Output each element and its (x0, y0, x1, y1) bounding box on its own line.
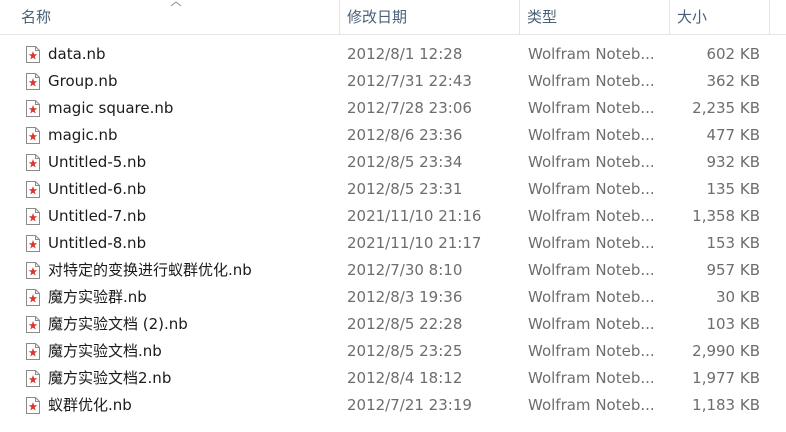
mathematica-notebook-icon (26, 46, 40, 63)
mathematica-notebook-icon (26, 316, 40, 333)
file-size: 477 KB (706, 126, 760, 144)
file-modified-date: 2012/8/5 22:28 (347, 315, 463, 333)
file-type: Wolfram Noteb... (528, 369, 655, 387)
file-row[interactable]: magic.nb 2012/8/6 23:36 Wolfram Noteb... 47… (0, 122, 786, 149)
mathematica-notebook-icon (26, 343, 40, 360)
file-row[interactable]: 蚁群优化.nb 2012/7/21 23:19 Wolfram Noteb... 1,… (0, 392, 786, 419)
file-name[interactable]: Group.nb (48, 68, 333, 95)
file-modified-date: 2012/8/1 12:28 (347, 45, 463, 63)
sort-ascending-icon[interactable] (169, 0, 183, 8)
file-name[interactable]: Untitled-5.nb (48, 149, 333, 176)
file-row[interactable]: 魔方实验文档2.nb 2012/8/4 18:12 Wolfram Noteb...… (0, 365, 786, 392)
mathematica-notebook-icon (26, 397, 40, 414)
column-header-date[interactable]: 修改日期 (347, 0, 407, 34)
file-type: Wolfram Noteb... (528, 207, 655, 225)
file-name[interactable]: Untitled-6.nb (48, 176, 333, 203)
file-modified-date: 2012/7/21 23:19 (347, 396, 472, 414)
file-size: 1,977 KB (692, 369, 760, 387)
file-modified-date: 2012/8/3 19:36 (347, 288, 463, 306)
file-type: Wolfram Noteb... (528, 180, 655, 198)
mathematica-notebook-icon (26, 235, 40, 252)
mathematica-notebook-icon (26, 289, 40, 306)
file-row[interactable]: data.nb 2012/8/1 12:28 Wolfram Noteb... 602… (0, 41, 786, 68)
file-size: 957 KB (706, 261, 760, 279)
file-name[interactable]: data.nb (48, 41, 333, 68)
file-type: Wolfram Noteb... (528, 45, 655, 63)
file-modified-date: 2012/7/30 8:10 (347, 261, 463, 279)
file-row[interactable]: 魔方实验文档.nb 2012/8/5 23:25 Wolfram Noteb... 2… (0, 338, 786, 365)
file-modified-date: 2021/11/10 21:16 (347, 207, 482, 225)
mathematica-notebook-icon (26, 262, 40, 279)
column-divider[interactable] (669, 0, 670, 34)
file-row[interactable]: Group.nb 2012/7/31 22:43 Wolfram Noteb... 3… (0, 68, 786, 95)
column-divider[interactable] (339, 0, 340, 34)
file-row[interactable]: magic square.nb 2012/7/28 23:06 Wolfram No… (0, 95, 786, 122)
file-name[interactable]: Untitled-7.nb (48, 203, 333, 230)
file-type: Wolfram Noteb... (528, 315, 655, 333)
file-type: Wolfram Noteb... (528, 72, 655, 90)
file-modified-date: 2012/8/6 23:36 (347, 126, 463, 144)
file-type: Wolfram Noteb... (528, 153, 655, 171)
file-size: 2,990 KB (692, 342, 760, 360)
file-name[interactable]: 蚁群优化.nb (48, 392, 333, 419)
file-row[interactable]: 魔方实验文档 (2).nb 2012/8/5 22:28 Wolfram Noteb… (0, 311, 786, 338)
column-divider[interactable] (519, 0, 520, 34)
file-row[interactable]: 对特定的变换进行蚁群优化.nb 2012/7/30 8:10 Wolfram Not… (0, 257, 786, 284)
column-header-type[interactable]: 类型 (527, 0, 557, 34)
file-name[interactable]: magic square.nb (48, 95, 333, 122)
file-modified-date: 2012/8/5 23:25 (347, 342, 463, 360)
file-size: 2,235 KB (692, 99, 760, 117)
file-name[interactable]: 魔方实验文档 (2).nb (48, 311, 333, 338)
file-type: Wolfram Noteb... (528, 288, 655, 306)
file-size: 30 KB (716, 288, 760, 306)
file-type: Wolfram Noteb... (528, 126, 655, 144)
file-size: 932 KB (706, 153, 760, 171)
file-name[interactable]: 魔方实验文档.nb (48, 338, 333, 365)
column-header-bar: 名称 修改日期 类型 大小 (0, 0, 786, 35)
file-row[interactable]: Untitled-6.nb 2012/8/5 23:31 Wolfram Noteb… (0, 176, 786, 203)
file-name[interactable]: 魔方实验文档2.nb (48, 365, 333, 392)
file-type: Wolfram Noteb... (528, 261, 655, 279)
file-rows: data.nb 2012/8/1 12:28 Wolfram Noteb... 602… (0, 41, 786, 419)
file-type: Wolfram Noteb... (528, 99, 655, 117)
file-size: 362 KB (706, 72, 760, 90)
mathematica-notebook-icon (26, 73, 40, 90)
file-modified-date: 2012/8/5 23:31 (347, 180, 463, 198)
mathematica-notebook-icon (26, 154, 40, 171)
file-type: Wolfram Noteb... (528, 234, 655, 252)
file-modified-date: 2012/8/5 23:34 (347, 153, 463, 171)
file-name[interactable]: 对特定的变换进行蚁群优化.nb (48, 257, 333, 284)
file-row[interactable]: Untitled-7.nb 2021/11/10 21:16 Wolfram Not… (0, 203, 786, 230)
file-list-view: 名称 修改日期 类型 大小 data.nb 2012/8/1 12:28 Wolfr… (0, 0, 786, 432)
file-row[interactable]: Untitled-8.nb 2021/11/10 21:17 Wolfram Not… (0, 230, 786, 257)
file-name[interactable]: 魔方实验群.nb (48, 284, 333, 311)
file-type: Wolfram Noteb... (528, 396, 655, 414)
file-modified-date: 2021/11/10 21:17 (347, 234, 482, 252)
file-size: 153 KB (706, 234, 760, 252)
column-header-name[interactable]: 名称 (21, 0, 51, 34)
file-modified-date: 2012/8/4 18:12 (347, 369, 463, 387)
file-name[interactable]: Untitled-8.nb (48, 230, 333, 257)
mathematica-notebook-icon (26, 181, 40, 198)
file-row[interactable]: Untitled-5.nb 2012/8/5 23:34 Wolfram Noteb… (0, 149, 786, 176)
file-size: 103 KB (706, 315, 760, 333)
file-modified-date: 2012/7/28 23:06 (347, 99, 472, 117)
mathematica-notebook-icon (26, 208, 40, 225)
column-header-size[interactable]: 大小 (677, 0, 707, 34)
file-row[interactable]: 魔方实验群.nb 2012/8/3 19:36 Wolfram Noteb... 30… (0, 284, 786, 311)
column-divider[interactable] (769, 0, 770, 34)
mathematica-notebook-icon (26, 100, 40, 117)
file-size: 602 KB (706, 45, 760, 63)
file-modified-date: 2012/7/31 22:43 (347, 72, 472, 90)
file-size: 135 KB (706, 180, 760, 198)
mathematica-notebook-icon (26, 370, 40, 387)
file-size: 1,358 KB (692, 207, 760, 225)
file-size: 1,183 KB (692, 396, 760, 414)
mathematica-notebook-icon (26, 127, 40, 144)
file-type: Wolfram Noteb... (528, 342, 655, 360)
file-name[interactable]: magic.nb (48, 122, 333, 149)
